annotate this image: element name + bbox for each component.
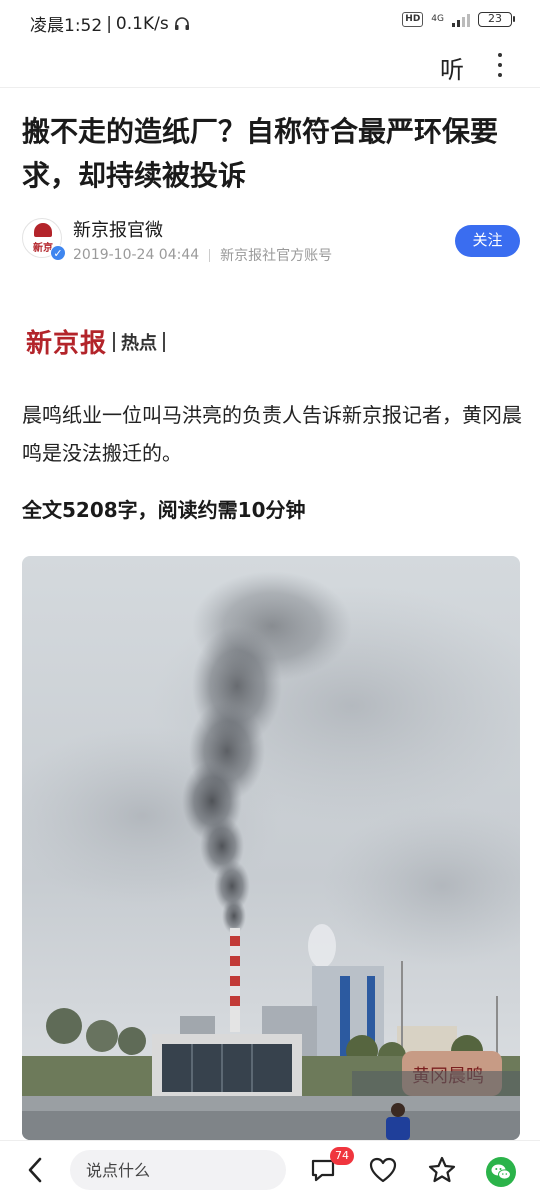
like-icon[interactable] (368, 1155, 398, 1185)
back-icon[interactable] (24, 1156, 48, 1184)
follow-button[interactable]: 关注 (455, 225, 520, 257)
section-label: 热点 (121, 332, 158, 354)
wechat-logo-icon (491, 1164, 511, 1180)
factory-chimney-image: 黄冈晨鸣 (22, 556, 520, 1140)
article-title: 搬不走的造纸厂？自称符合最严环保要求，却持续被投诉 (22, 115, 499, 192)
banner-divider-end (163, 331, 166, 352)
article-toolbar: 听 (0, 44, 540, 88)
headphone-icon (174, 16, 189, 30)
bottom-bar: 74 (0, 1140, 540, 1199)
more-vertical-icon[interactable] (490, 50, 510, 80)
article-lede: 晨鸣纸业一位叫马洪亮的负责人告诉新京报记者，黄冈晨鸣是没法搬迁的。 (22, 403, 522, 465)
account-type: 新京报社官方账号 (220, 248, 333, 264)
author-name[interactable]: 新京报官微 (73, 216, 163, 242)
comment-input[interactable] (70, 1150, 286, 1190)
signal-icon (452, 13, 470, 27)
article-meta: 2019-10-24 04:44 新京报社官方账号 (73, 245, 332, 265)
hd-badge: HD (402, 12, 424, 27)
publication-logo: 新京报 (26, 329, 108, 359)
verified-icon: ✓ (50, 245, 66, 261)
status-left: 凌晨1:52 | 0.1K/s (30, 11, 191, 36)
read-time: 全文5208字，阅读约需10分钟 (22, 498, 306, 522)
status-time: 凌晨1:52 (30, 16, 103, 36)
article-photo[interactable]: 黄冈晨鸣 (22, 556, 520, 1140)
network-type: 4G (431, 14, 444, 24)
status-bar: 凌晨1:52 | 0.1K/s HD 4G 23 (0, 0, 540, 44)
listen-button[interactable]: 听 (440, 50, 464, 85)
publication-banner: 新京报 热点 (26, 323, 166, 360)
banner-divider (113, 331, 116, 352)
status-right: HD 4G 23 (402, 12, 515, 27)
publish-date: 2019-10-24 04:44 (73, 247, 200, 263)
battery-icon: 23 (478, 12, 515, 27)
battery-level: 23 (488, 12, 502, 25)
logo-emblem (34, 223, 52, 237)
wechat-share-icon[interactable] (486, 1157, 516, 1187)
comment-count-badge: 74 (330, 1147, 354, 1165)
meta-divider (209, 248, 211, 262)
network-speed: 0.1K/s (115, 13, 169, 34)
favorite-icon[interactable] (427, 1155, 457, 1185)
